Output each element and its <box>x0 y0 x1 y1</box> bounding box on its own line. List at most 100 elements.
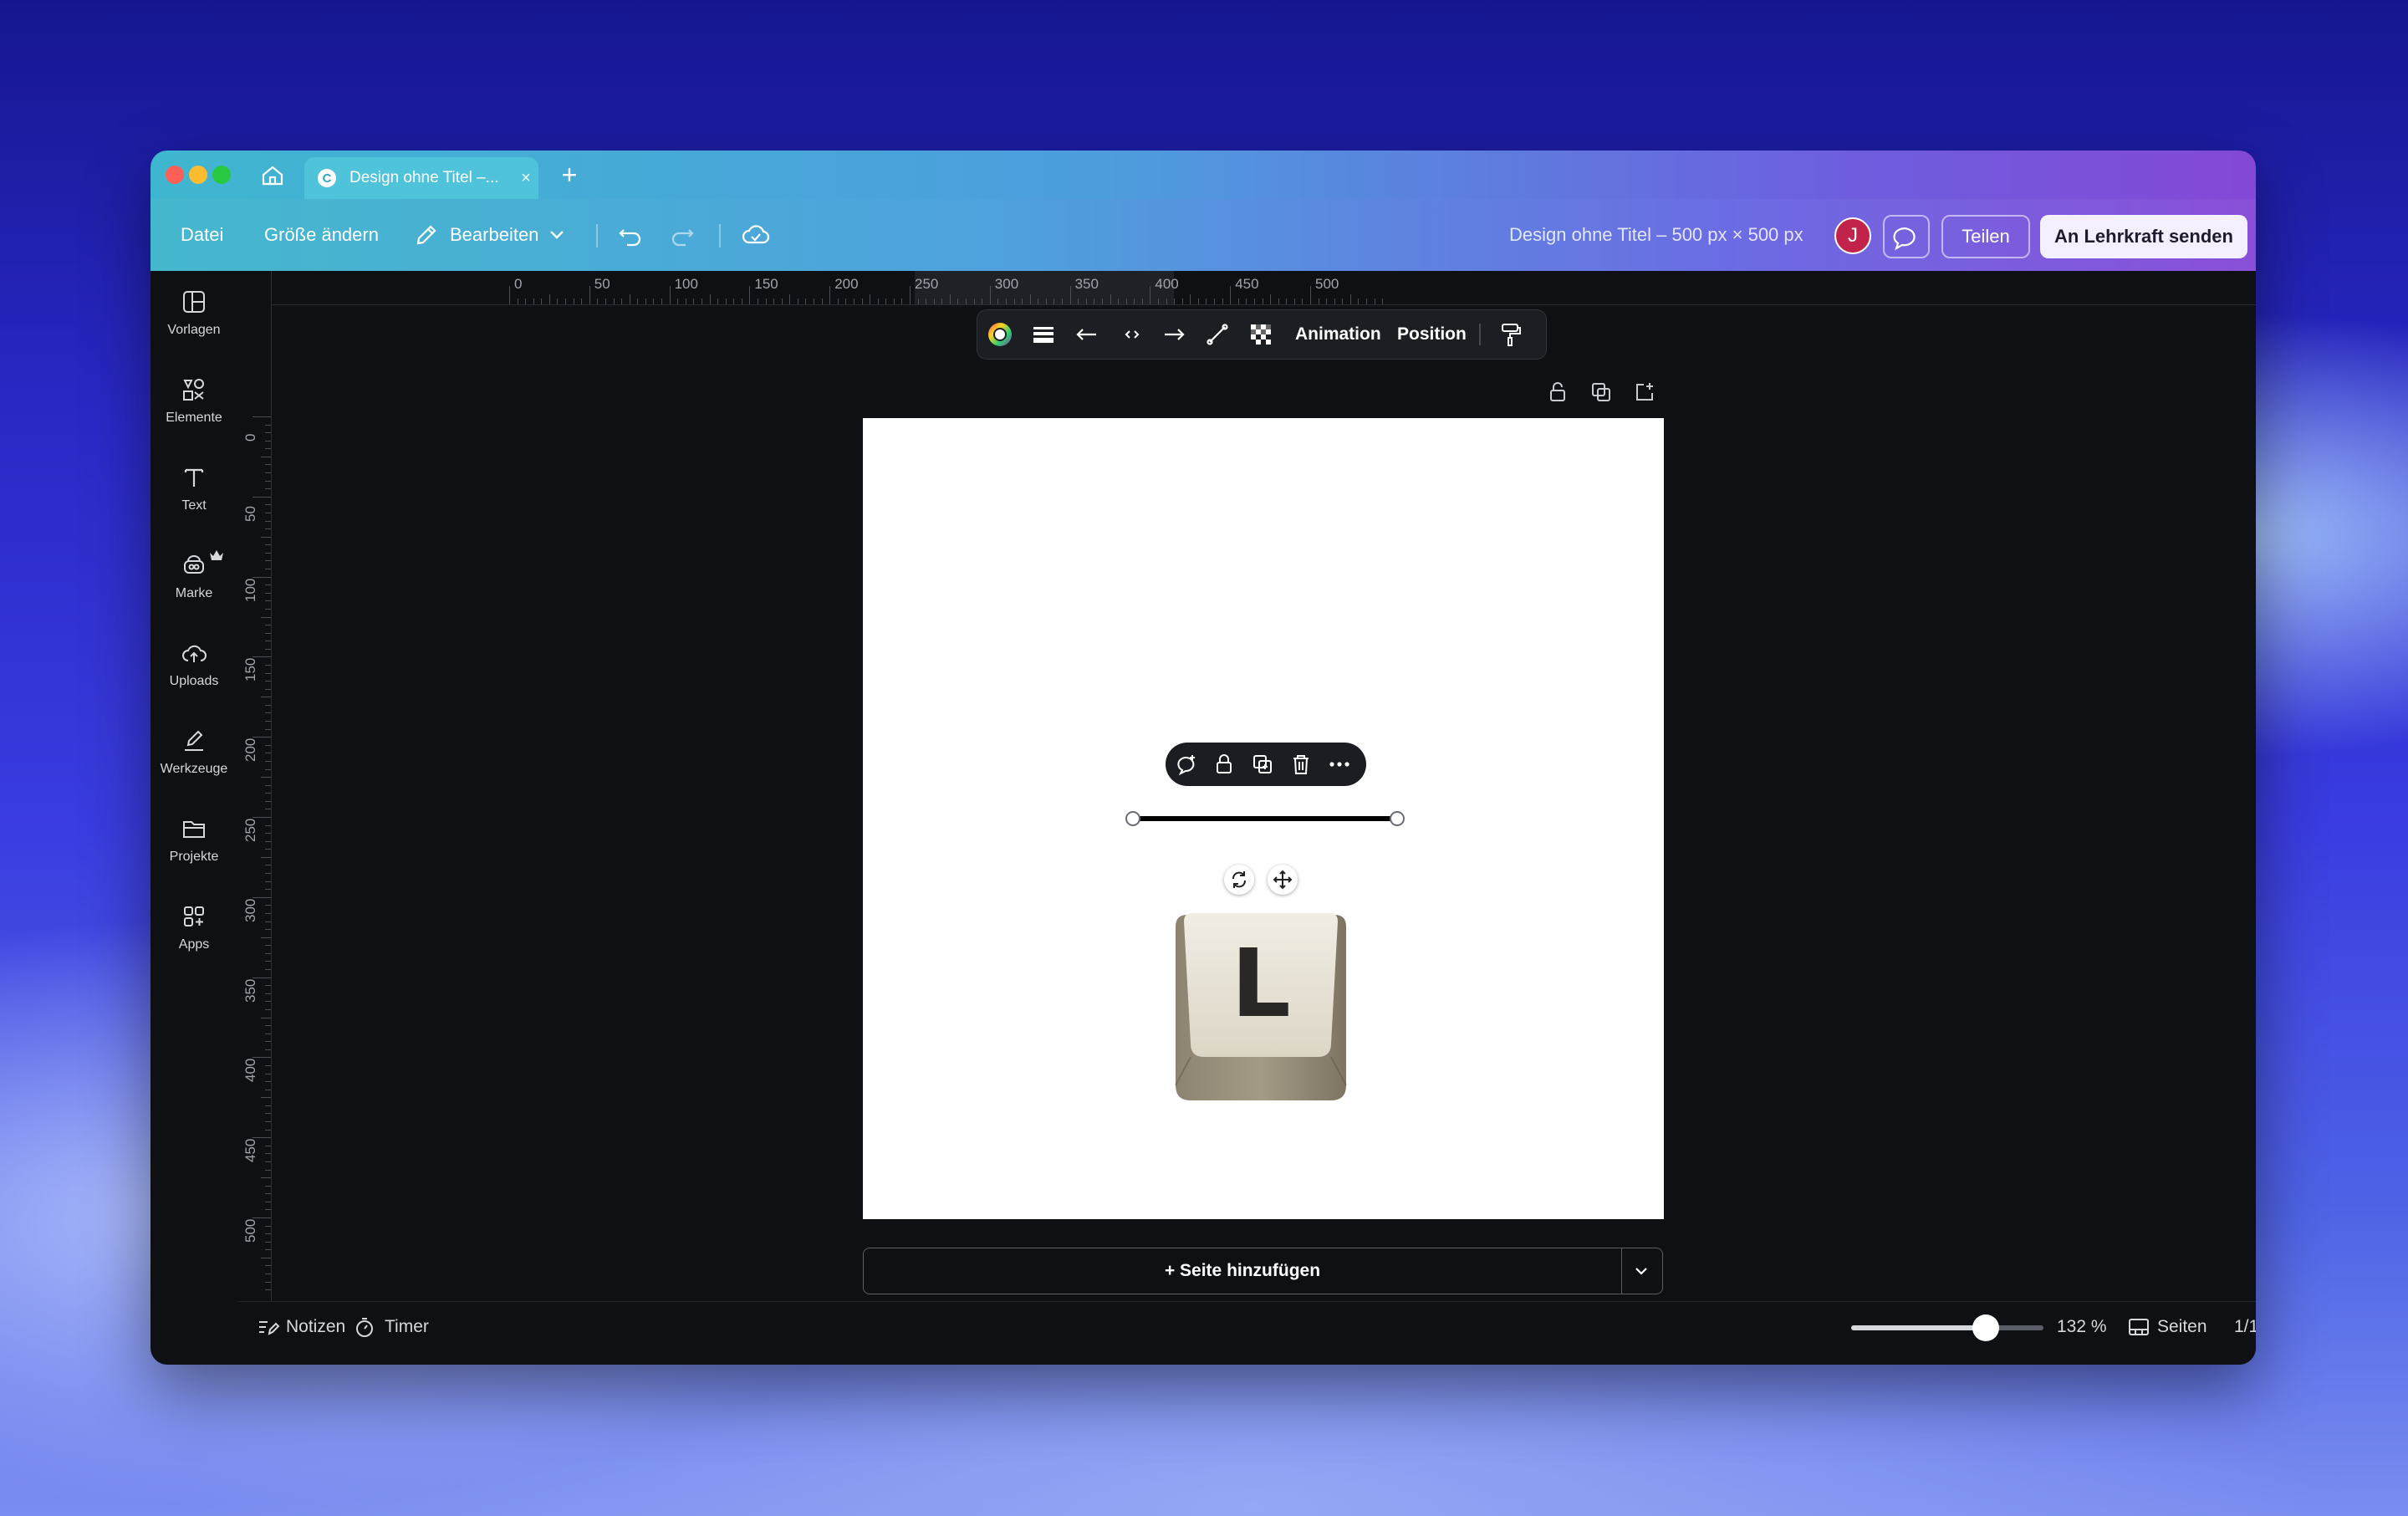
sidebar-item-templates[interactable]: Vorlagen <box>150 279 237 360</box>
ruler-tick <box>541 299 543 304</box>
cloud-saved-icon[interactable] <box>741 220 771 250</box>
crown-icon <box>210 550 223 560</box>
add-page-icon[interactable] <box>1632 380 1657 405</box>
ruler-tick <box>265 833 271 835</box>
new-tab-button[interactable]: + <box>555 161 584 189</box>
ruler-label: 300 <box>994 276 1019 292</box>
position-button[interactable]: Position <box>1397 310 1467 359</box>
zoom-slider-thumb[interactable] <box>1972 1314 1999 1341</box>
ruler-tick <box>265 672 271 674</box>
sidebar-item-label: Marke <box>175 586 213 600</box>
sidebar-item-tools[interactable]: Werkzeuge <box>150 718 237 799</box>
transparency-icon[interactable] <box>1247 320 1275 349</box>
notes-icon <box>256 1315 280 1339</box>
document-title[interactable]: Design ohne Titel – 500 px × 500 px <box>1509 199 1803 271</box>
tab-design[interactable]: C Design ohne Titel –... × <box>304 157 538 199</box>
rotate-handle[interactable] <box>1224 865 1254 895</box>
arrow-left-icon[interactable] <box>1073 320 1101 349</box>
sidebar-item-uploads[interactable]: Uploads <box>150 630 237 711</box>
ruler-tick <box>265 448 271 450</box>
ruler-tick <box>910 286 911 304</box>
zoom-level[interactable]: 132 % <box>2057 1302 2107 1352</box>
ruler-tick <box>893 299 895 304</box>
sidebar-item-apps[interactable]: Apps <box>150 894 237 974</box>
lock-icon[interactable] <box>1212 753 1236 776</box>
ruler-tick <box>1029 294 1031 304</box>
timer-button[interactable]: Timer <box>385 1302 429 1352</box>
ruler-tick <box>1293 299 1295 304</box>
line-type-icon[interactable] <box>1203 320 1232 349</box>
ruler-tick <box>265 1121 271 1123</box>
comment-add-icon[interactable] <box>1176 753 1199 776</box>
ruler-tick <box>1062 299 1064 304</box>
ruler-tick <box>917 299 919 304</box>
ruler-label: 50 <box>242 505 258 522</box>
animation-button[interactable]: Animation <box>1295 310 1381 359</box>
ruler-tick <box>837 299 839 304</box>
ruler-tick <box>265 432 271 434</box>
ruler-label: 450 <box>1235 276 1259 292</box>
close-window-button[interactable] <box>166 166 184 184</box>
brand-icon <box>184 555 204 574</box>
edit-menu[interactable]: Bearbeiten <box>450 199 538 271</box>
sidebar-item-elements[interactable]: Elemente <box>150 367 237 447</box>
add-page-dropdown[interactable] <box>1620 1248 1663 1294</box>
share-button[interactable]: Teilen <box>1941 215 2030 258</box>
ruler-label: 500 <box>242 1218 258 1243</box>
undo-icon[interactable] <box>615 220 645 250</box>
ruler-tick <box>265 1249 271 1251</box>
ruler-label: 0 <box>514 276 523 292</box>
zoom-slider[interactable] <box>1851 1314 2043 1341</box>
duplicate-page-icon[interactable] <box>1589 380 1614 405</box>
ruler-tick <box>265 1113 271 1115</box>
move-handle[interactable] <box>1268 865 1298 895</box>
ruler-tick <box>265 952 271 954</box>
redo-icon[interactable] <box>667 220 697 250</box>
avatar[interactable]: J <box>1834 217 1871 254</box>
ruler-tick <box>265 945 271 947</box>
maximize-window-button[interactable] <box>212 166 231 184</box>
ruler-tick <box>265 921 271 922</box>
trash-icon[interactable] <box>1289 753 1313 776</box>
add-page-button[interactable]: + Seite hinzufügen <box>863 1248 1622 1294</box>
color-picker-icon[interactable] <box>986 320 1014 349</box>
arrow-right-icon[interactable] <box>1160 320 1188 349</box>
minimize-window-button[interactable] <box>189 166 207 184</box>
home-icon[interactable] <box>259 162 286 189</box>
ruler-tick <box>1141 299 1143 304</box>
line-end-handle[interactable] <box>1390 811 1405 826</box>
add-page-control: + Seite hinzufügen <box>863 1248 1664 1294</box>
line-style-icon[interactable] <box>1118 320 1146 349</box>
duplicate-icon[interactable] <box>1251 753 1274 776</box>
ruler-tick <box>265 1265 271 1267</box>
resize-button[interactable]: Größe ändern <box>264 199 379 271</box>
timer-icon <box>353 1315 376 1339</box>
ruler-tick <box>265 912 271 914</box>
line-weight-icon[interactable] <box>1029 320 1058 349</box>
send-to-teacher-button[interactable]: An Lehrkraft senden <box>2040 215 2247 258</box>
chevron-down-icon[interactable] <box>547 224 577 254</box>
ruler-tick <box>265 1049 271 1050</box>
ruler-tick <box>265 480 271 482</box>
sidebar-item-text[interactable]: Text <box>150 455 237 535</box>
pages-button[interactable]: Seiten <box>2157 1302 2207 1352</box>
paint-roller-icon[interactable] <box>1496 320 1524 349</box>
sidebar-item-brand[interactable]: Marke <box>150 543 237 623</box>
comment-button[interactable] <box>1883 215 1930 258</box>
notes-button[interactable]: Notizen <box>286 1302 345 1352</box>
design-canvas[interactable]: L <box>863 418 1664 1219</box>
more-options-icon[interactable] <box>1328 753 1351 776</box>
file-menu[interactable]: Datei <box>181 199 223 271</box>
tab-close-icon[interactable]: × <box>513 169 538 188</box>
page-count: 1/1 <box>2234 1317 2256 1336</box>
ruler-tick <box>265 1233 271 1235</box>
ruler-tick <box>653 299 655 304</box>
ruler-tick <box>885 299 887 304</box>
line-start-handle[interactable] <box>1125 811 1140 826</box>
ruler-label: 250 <box>915 276 939 292</box>
ruler-tick <box>1118 299 1120 304</box>
line-element[interactable] <box>1134 816 1396 821</box>
sidebar-item-projects[interactable]: Projekte <box>150 806 237 886</box>
lock-icon[interactable] <box>1545 380 1570 405</box>
ruler-tick <box>613 299 615 304</box>
